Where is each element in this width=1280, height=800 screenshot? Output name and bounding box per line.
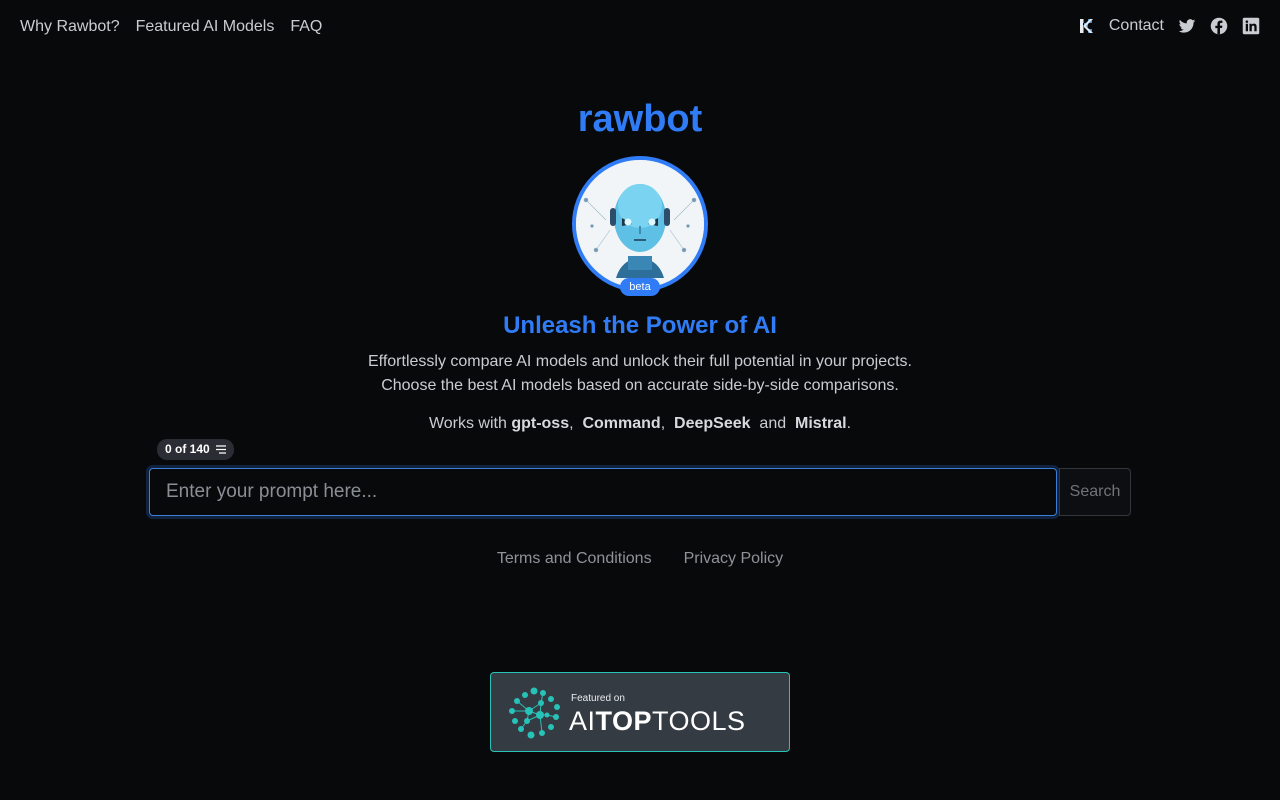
wordmark-top: TOP (595, 706, 653, 736)
wordmark-ai: AI (569, 706, 596, 736)
search-button[interactable]: Search (1059, 468, 1131, 516)
counter-label: 0 of 140 (165, 442, 210, 456)
works-prefix: Works with (428, 415, 507, 432)
list-icon (215, 445, 226, 454)
model-gpt-oss: gpt-oss (511, 415, 570, 432)
aitoptools-wordmark: AITOPTOOLS (569, 705, 746, 737)
avatar (572, 156, 708, 292)
model-command: Command (582, 415, 661, 432)
model-mistral: Mistral (795, 415, 847, 432)
subtitle-line-2: Choose the best AI models based on accur… (381, 377, 899, 394)
top-nav: Why Rawbot? Featured AI Models FAQ (20, 18, 322, 36)
aitoptools-badge[interactable]: Featured on AITOPTOOLS (490, 672, 790, 752)
model-deepseek: DeepSeek (674, 415, 751, 432)
linkedin-icon[interactable] (1242, 17, 1260, 35)
robot-avatar-icon (576, 160, 704, 288)
works-with-line: Works with gpt-oss, Command, DeepSeek an… (428, 415, 852, 432)
aitoptools-logo-icon (509, 687, 560, 739)
nav-contact[interactable]: Contact (1109, 17, 1164, 35)
nav-faq[interactable]: FAQ (290, 18, 322, 36)
prompt-counter[interactable]: 0 of 140 (157, 439, 234, 460)
wordmark-tools: TOOLS (652, 706, 746, 736)
facebook-icon[interactable] (1210, 17, 1228, 35)
avatar-container: beta (572, 156, 708, 296)
nav-featured-models[interactable]: Featured AI Models (136, 18, 275, 36)
prompt-input[interactable] (149, 468, 1057, 516)
privacy-link[interactable]: Privacy Policy (684, 550, 784, 568)
featured-on-label: Featured on (571, 693, 625, 704)
twitter-icon[interactable] (1178, 17, 1196, 35)
headline: Unleash the Power of AI (503, 312, 777, 339)
footer-links: Terms and Conditions Privacy Policy (0, 550, 1280, 568)
subtitle-line-1: Effortlessly compare AI models and unloc… (368, 353, 912, 370)
nav-right: Contact (1077, 17, 1260, 35)
nav-why-rawbot[interactable]: Why Rawbot? (20, 18, 120, 36)
brand-title: rawbot (577, 98, 703, 140)
terms-link[interactable]: Terms and Conditions (497, 550, 652, 568)
works-and: and (759, 415, 787, 432)
subtitle: Effortlessly compare AI models and unloc… (0, 350, 1280, 398)
beta-badge: beta (620, 278, 660, 296)
k-logo-icon[interactable] (1077, 17, 1095, 35)
